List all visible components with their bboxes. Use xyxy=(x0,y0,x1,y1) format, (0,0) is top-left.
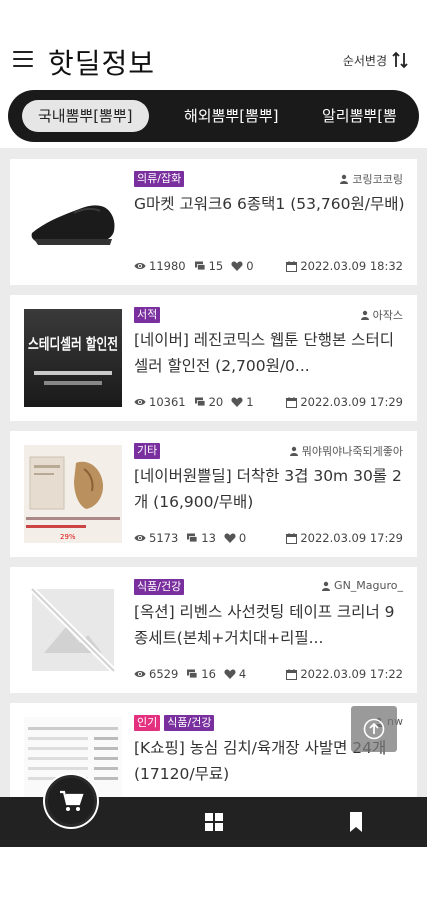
likes: 4 xyxy=(224,667,246,681)
post-card[interactable]: 의류/잡화 코링코코링 G마켓 고워크6 6종택1 (53,760원/무배) 1… xyxy=(10,159,417,285)
app-root: 핫딜정보 순서변경 국내뽐뿌[뽐뿌] 해외뽐뿌[뽐뿌] 알리뽐뿌[뽐 의류/잡화… xyxy=(0,0,427,900)
post-card[interactable]: 식품/건강 GN_Maguro_ [옥션] 리벤스 사선컷팅 테이프 크리너 9… xyxy=(10,567,417,693)
sort-label: 순서변경 xyxy=(342,53,387,68)
scroll-top-icon xyxy=(363,718,385,740)
header: 핫딜정보 순서변경 xyxy=(0,0,427,90)
author-name: 코링코코링 xyxy=(352,173,403,186)
post-list: 의류/잡화 코링코코링 G마켓 고워크6 6종택1 (53,760원/무배) 1… xyxy=(0,148,427,798)
eye-icon xyxy=(134,535,146,541)
post-meta: 11980 15 0 2022.03.09 18:32 xyxy=(134,259,403,273)
hot-badge: 인기 xyxy=(134,715,161,731)
user-icon xyxy=(340,174,349,184)
tab-domestic[interactable]: 국내뽐뿌[뽐뿌] xyxy=(22,100,149,132)
scroll-top-button[interactable] xyxy=(351,706,397,752)
eye-icon xyxy=(134,399,146,405)
comments: 13 xyxy=(186,531,216,545)
post-title[interactable]: G마켓 고워크6 6종택1 (53,760원/무배) xyxy=(134,191,406,217)
eye-icon xyxy=(134,263,146,269)
post-thumbnail xyxy=(24,173,122,271)
user-icon xyxy=(289,446,298,456)
calendar-icon xyxy=(286,396,298,408)
badge-group: 인기 식품/건강 xyxy=(134,715,215,731)
heart-icon xyxy=(231,397,243,407)
page-title: 핫딜정보 xyxy=(48,47,156,80)
post-meta: 6529 16 4 2022.03.09 17:22 xyxy=(134,667,403,681)
cart-icon xyxy=(60,790,84,811)
tab-overseas[interactable]: 해외뽐뿌[뽐뿌] xyxy=(168,100,295,132)
category-badge: 의류/잡화 xyxy=(134,171,185,187)
views: 6529 xyxy=(134,667,178,681)
comments: 16 xyxy=(186,667,216,681)
author: 아작스 xyxy=(360,307,403,323)
hamburger-icon[interactable] xyxy=(13,51,33,67)
likes: 0 xyxy=(231,259,254,273)
post-thumbnail: 29% xyxy=(24,445,122,543)
post-date: 2022.03.09 17:29 xyxy=(286,531,403,545)
sort-arrows-icon xyxy=(392,51,408,69)
bottom-blank-area xyxy=(0,847,427,900)
author-name: 뭐야뭐야나죽되게좋아 xyxy=(301,445,403,458)
post-meta: 5173 13 0 2022.03.09 17:29 xyxy=(134,531,403,545)
post-title[interactable]: [네이버] 레진코믹스 웹툰 단행본 스터디셀러 할인전 (2,700원/0..… xyxy=(134,327,406,379)
comments: 20 xyxy=(194,395,223,409)
views: 5173 xyxy=(134,531,178,545)
author: 코링코코링 xyxy=(339,171,403,187)
post-date: 2022.03.09 17:29 xyxy=(286,395,403,409)
post-card[interactable]: 스테디셀러 할인전 서적 아작스 [네이버] 레진코믹스 웹툰 단행본 스터디셀… xyxy=(10,295,417,421)
category-badge: 서적 xyxy=(134,307,161,323)
author-name: 아작스 xyxy=(372,309,403,322)
banner-image: 스테디셀러 할인전 xyxy=(24,309,122,407)
comment-icon xyxy=(194,397,205,407)
author: GN_Maguro_ xyxy=(321,579,403,592)
post-title[interactable]: [네이버원쁠딜] 더착한 3겹 30m 30롤 2개 (16,900/무배) xyxy=(134,463,406,515)
badge-group: 서적 xyxy=(134,307,161,323)
comment-icon xyxy=(194,261,205,271)
post-date: 2022.03.09 18:32 xyxy=(286,259,403,273)
heart-icon xyxy=(231,261,243,271)
views: 10361 xyxy=(134,395,186,409)
bookmark-icon[interactable] xyxy=(344,810,368,834)
post-meta: 10361 20 1 2022.03.09 17:29 xyxy=(134,395,403,409)
banner-text: 스테디셀러 할인전 xyxy=(28,335,118,353)
calendar-icon xyxy=(286,260,298,272)
comments: 15 xyxy=(194,259,223,273)
likes: 0 xyxy=(224,531,246,545)
price-discount: 29% xyxy=(60,533,76,541)
cart-button[interactable] xyxy=(45,775,97,827)
heart-icon xyxy=(224,669,236,679)
image-placeholder-icon xyxy=(24,581,122,679)
calendar-icon xyxy=(286,668,298,680)
product-image: 29% xyxy=(24,445,122,543)
post-date: 2022.03.09 17:22 xyxy=(286,667,403,681)
sort-button[interactable]: 순서변경 xyxy=(343,50,409,70)
calendar-icon xyxy=(286,532,298,544)
badge-group: 식품/건강 xyxy=(134,579,185,595)
post-thumbnail xyxy=(24,581,122,679)
badge-group: 기타 xyxy=(134,443,161,459)
category-badge: 식품/건강 xyxy=(134,579,185,595)
badge-group: 의류/잡화 xyxy=(134,171,185,187)
likes: 1 xyxy=(231,395,254,409)
category-badge: 기타 xyxy=(134,443,161,459)
post-title[interactable]: [옥션] 리벤스 사선컷팅 테이프 크리너 9종세트(본체+거치대+리필... xyxy=(134,599,406,651)
views: 11980 xyxy=(134,259,186,273)
comment-icon xyxy=(187,669,198,679)
user-icon xyxy=(360,310,369,320)
grid-icon[interactable] xyxy=(202,810,226,834)
tab-ali[interactable]: 알리뽐뿌[뽐 xyxy=(306,100,413,132)
eye-icon xyxy=(134,671,146,677)
shoe-image xyxy=(24,173,122,271)
category-badge: 식품/건강 xyxy=(164,715,215,731)
post-card[interactable]: 29% 기타 뭐야뭐야나죽되게좋아 [네이버원쁠딜] 더착한 3겹 30m 30… xyxy=(10,431,417,557)
user-icon xyxy=(322,581,331,591)
category-tab-bar: 국내뽐뿌[뽐뿌] 해외뽐뿌[뽐뿌] 알리뽐뿌[뽐 xyxy=(8,90,419,142)
post-thumbnail: 스테디셀러 할인전 xyxy=(24,309,122,407)
author: 뭐야뭐야나죽되게좋아 xyxy=(289,443,403,459)
heart-icon xyxy=(224,533,236,543)
comment-icon xyxy=(187,533,198,543)
author-name: GN_Maguro_ xyxy=(334,579,403,592)
